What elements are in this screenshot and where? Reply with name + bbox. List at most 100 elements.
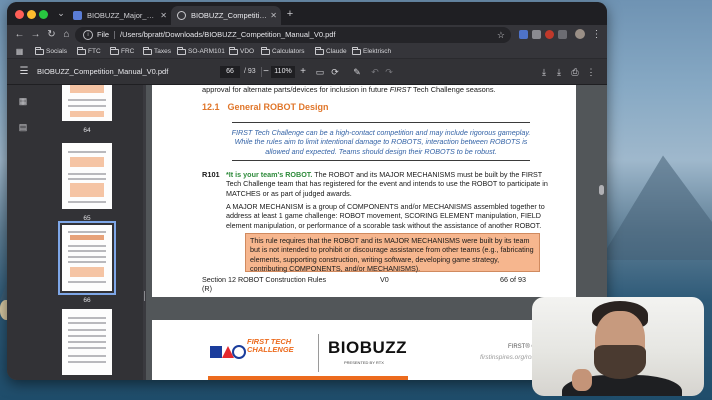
apps-grid-icon[interactable]: ▦ [13, 45, 26, 58]
text-fragment: Tech Challenge seasons. [411, 85, 496, 94]
extension-icon[interactable] [532, 30, 541, 39]
download-icon[interactable]: ⤓ [553, 66, 565, 78]
zoom-out-icon[interactable]: − [261, 66, 271, 78]
folder-icon [143, 47, 152, 55]
bookmark-label: VDO [240, 48, 255, 55]
bookmark-taxes[interactable]: Taxes [143, 46, 171, 58]
zoom-in-icon[interactable]: + [298, 66, 308, 78]
thumbnail-page-64[interactable]: 64 [59, 85, 115, 134]
bookmark-star-icon[interactable]: ☆ [497, 27, 505, 43]
close-tab-icon[interactable]: ✕ [270, 6, 277, 25]
text-fragment: approval for alternate parts/devices for… [202, 85, 390, 94]
bookmark-vdo[interactable]: VDO [229, 46, 254, 58]
folder-icon [77, 47, 86, 55]
first-logo-icon [210, 345, 246, 359]
bookmark-label: Taxes [154, 48, 171, 55]
bookmark-label: Calculators [272, 48, 305, 55]
bookmark-claude[interactable]: Claude [315, 46, 347, 58]
bookmark-socials[interactable]: Socials [35, 46, 67, 58]
presented-by-text: PRESENTED BY RTX [344, 360, 384, 365]
redo-icon[interactable]: ↷ [383, 66, 395, 78]
tab-competition-manual[interactable]: BIOBUZZ_Competition_Manu ✕ [171, 6, 281, 25]
home-icon[interactable]: ⌂ [60, 28, 73, 41]
url-scheme: File [97, 30, 110, 39]
resize-grip[interactable] [144, 291, 145, 301]
person-beard [594, 345, 646, 379]
section-title: General ROBOT Design [227, 102, 329, 112]
url-text[interactable]: /Users/bpratt/Downloads/BIOBUZZ_Competit… [120, 27, 336, 43]
hamburger-menu-icon[interactable]: ☰ [18, 66, 30, 78]
rule-note-box: This rule requires that the ROBOT and it… [245, 233, 540, 273]
extension-icon[interactable] [545, 30, 554, 39]
thumbnail-page-66[interactable]: 66 [58, 221, 116, 304]
sidebar-resize-handle[interactable] [143, 85, 146, 380]
extensions-puzzle-icon[interactable] [558, 30, 567, 39]
page-number-input[interactable]: 66 [220, 66, 240, 78]
definition-paragraph: A MAJOR MECHANISM is a group of COMPONEN… [226, 202, 545, 230]
bookmark-elektrisch[interactable]: Elektrisch [352, 46, 391, 58]
thumbnail-image [62, 85, 112, 121]
new-tab-button[interactable]: + [284, 8, 296, 20]
rotate-icon[interactable]: ⟳ [329, 66, 341, 78]
sidebar-rail: ▦ ▤ [7, 85, 39, 380]
fit-page-icon[interactable]: ▭ [314, 66, 326, 78]
folder-icon [229, 47, 238, 55]
maximize-window-button[interactable] [39, 10, 48, 19]
browser-window: ⌄ BIOBUZZ_Major_Robot_Mec ✕ BIOBUZZ_Comp… [7, 2, 607, 380]
thumbnail-label: 64 [83, 127, 91, 134]
info-icon[interactable]: i [83, 30, 93, 40]
pdf-toolbar: ☰ BIOBUZZ_Competition_Manual_V0.pdf 66 /… [7, 59, 607, 85]
logo-divider [318, 334, 319, 372]
folder-icon [35, 47, 44, 55]
callout-text: FIRST Tech Challenge can be a high-conta… [231, 128, 531, 156]
callout-top-rule [232, 122, 530, 123]
print-icon[interactable]: ⎙ [569, 66, 581, 78]
bookmark-calculators[interactable]: Calculators [261, 46, 305, 58]
forward-arrow-icon[interactable]: → [29, 28, 42, 41]
reload-icon[interactable]: ↻ [45, 28, 58, 41]
zoom-input[interactable]: 110% [271, 66, 295, 78]
text-fragment: FIRST [389, 85, 412, 94]
bookmark-label: Claude [326, 48, 347, 55]
tab-major-robot[interactable]: BIOBUZZ_Major_Robot_Mec ✕ [67, 6, 171, 25]
address-bar[interactable]: i File /Users/bpratt/Downloads/BIOBUZZ_C… [75, 27, 511, 43]
folder-icon [177, 47, 186, 55]
save-icon[interactable]: ⤓ [538, 66, 550, 78]
minimize-window-button[interactable] [27, 10, 36, 19]
back-arrow-icon[interactable]: ← [13, 28, 26, 41]
footer-page: 66 of 93 [500, 275, 526, 284]
bookmark-label: SO-ARM101 [188, 48, 225, 55]
bookmark-label: Socials [46, 48, 67, 55]
extension-icon[interactable] [519, 30, 528, 39]
thumbnail-label: 65 [83, 215, 91, 222]
pdf-page-next: FIRST TECH CHALLENGE BIOBUZZ PRESENTED B… [152, 320, 576, 380]
undo-icon[interactable]: ↶ [369, 66, 381, 78]
pdf-viewer: ▦ ▤ 64 65 66 approval for alternate part… [7, 85, 607, 380]
profile-avatar[interactable] [575, 29, 585, 39]
thumbnails-icon[interactable]: ▦ [17, 95, 29, 107]
biobuzz-logo-text: BIOBUZZ [328, 338, 408, 357]
pdf-filename: BIOBUZZ_Competition_Manual_V0.pdf [37, 67, 169, 76]
browser-toolbar: ← → ↻ ⌂ i File /Users/bpratt/Downloads/B… [7, 25, 607, 45]
more-options-icon[interactable]: ⋮ [585, 66, 597, 78]
close-window-button[interactable] [15, 10, 24, 19]
footer-section: Section 12 ROBOT Construction Rules (R) [202, 275, 327, 294]
section-number: 12.1 [202, 102, 220, 112]
bookmark-so-arm101[interactable]: SO-ARM101 [177, 46, 225, 58]
tab-search-icon[interactable]: ⌄ [55, 7, 67, 19]
scrollbar-thumb[interactable] [599, 185, 604, 195]
bookmark-ftc[interactable]: FTC [77, 46, 101, 58]
folder-icon [315, 47, 324, 55]
bookmark-frc[interactable]: FRC [110, 46, 134, 58]
outline-icon[interactable]: ▤ [17, 121, 29, 133]
thumbnail-page-65[interactable]: 65 [59, 143, 115, 222]
footer-stripe [208, 376, 408, 380]
close-tab-icon[interactable]: ✕ [160, 6, 167, 25]
more-menu-icon[interactable]: ⋮ [590, 28, 603, 41]
bookmark-label: FTC [88, 48, 101, 55]
folder-icon [110, 47, 119, 55]
bookmark-label: Elektrisch [363, 48, 392, 55]
rule-body: *It is your team's ROBOT. The ROBOT and … [226, 170, 556, 198]
draw-icon[interactable]: ✎ [351, 66, 363, 78]
thumbnail-page-67[interactable]: 67 [59, 309, 115, 380]
